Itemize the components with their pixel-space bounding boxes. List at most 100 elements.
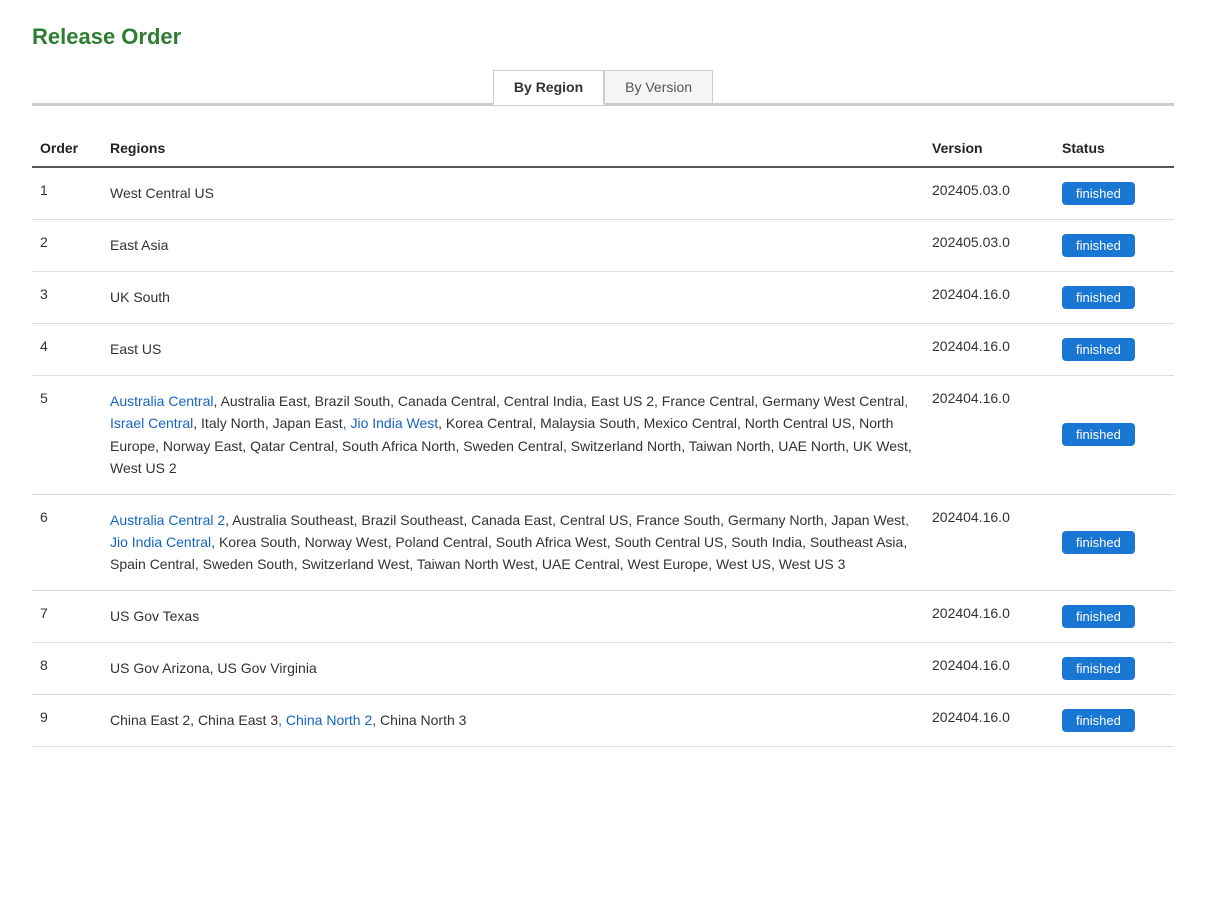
region-text: , Germany North: [720, 512, 823, 528]
region-text: , Germany West Central: [754, 393, 904, 409]
cell-order: 1: [32, 167, 102, 220]
table-row: 4East US202404.16.0 finished: [32, 324, 1174, 376]
cell-regions: US Gov Texas: [102, 590, 924, 642]
cell-regions: East Asia: [102, 220, 924, 272]
cell-order: 4: [32, 324, 102, 376]
cell-status: finished: [1054, 376, 1174, 495]
region-text: , Poland Central: [388, 534, 488, 550]
region-text: , Taiwan North: [681, 438, 770, 454]
cell-version: 202404.16.0: [924, 376, 1054, 495]
status-badge: finished: [1062, 531, 1135, 554]
tab-by-version[interactable]: By Version: [604, 70, 713, 103]
table-row: 2East Asia202405.03.0finished: [32, 220, 1174, 272]
region-text: , Taiwan North West: [409, 556, 534, 572]
region-text: , Italy North: [193, 415, 265, 431]
col-header-status: Status: [1054, 130, 1174, 167]
table-row: 3 UK South 202404.16.0 finished: [32, 272, 1174, 324]
region-text: , Korea Central: [438, 415, 532, 431]
region-link[interactable]: , China North 2: [278, 712, 372, 728]
cell-regions: East US: [102, 324, 924, 376]
cell-order: 9: [32, 694, 102, 746]
region-text: , Korea South: [211, 534, 297, 550]
region-text: , Switzerland North: [563, 438, 681, 454]
status-badge: finished: [1062, 709, 1135, 732]
region-text: UK South: [110, 289, 170, 305]
table-row: 1 West Central US 202405.03.0 finished: [32, 167, 1174, 220]
cell-version: 202404.16.0: [924, 590, 1054, 642]
cell-version: 202404.16.0: [924, 494, 1054, 590]
col-header-version: Version: [924, 130, 1054, 167]
region-text: , Japan West: [824, 512, 905, 528]
cell-regions: UK South: [102, 272, 924, 324]
region-text: , UK West: [845, 438, 908, 454]
region-link[interactable]: Australia Central: [110, 393, 214, 409]
tab-divider: [32, 105, 1174, 106]
cell-regions: Australia Central 2, Australia Southeast…: [102, 494, 924, 590]
tab-by-region[interactable]: By Region: [493, 70, 604, 105]
cell-status: finished: [1054, 220, 1174, 272]
tabs-container: By Region By Version: [32, 70, 1174, 105]
region-text: , China North 3: [372, 712, 466, 728]
status-badge: finished: [1062, 657, 1135, 680]
region-text: , Japan East: [265, 415, 343, 431]
region-text: , Sweden Central: [456, 438, 563, 454]
status-badge: finished: [1062, 338, 1135, 361]
status-badge: finished: [1062, 423, 1135, 446]
cell-version: 202404.16.0: [924, 272, 1054, 324]
status-badge: finished: [1062, 182, 1135, 205]
region-text: , North Central US: [737, 415, 851, 431]
status-badge: finished: [1062, 286, 1135, 309]
cell-regions: West Central US: [102, 167, 924, 220]
region-text: , Canada East: [463, 512, 552, 528]
cell-version: 202404.16.0: [924, 642, 1054, 694]
region-text: , Norway West: [297, 534, 388, 550]
cell-version: 202404.16.0: [924, 694, 1054, 746]
region-link[interactable]: , Jio India West: [343, 415, 438, 431]
region-text: , Canada Central: [390, 393, 496, 409]
region-text: , Southeast Asia: [802, 534, 903, 550]
cell-status: finished: [1054, 324, 1174, 376]
cell-order: 6: [32, 494, 102, 590]
table-row: 9China East 2, China East 3, China North…: [32, 694, 1174, 746]
cell-version: 202405.03.0: [924, 167, 1054, 220]
cell-regions: Australia Central, Australia East, Brazi…: [102, 376, 924, 495]
region-text: China East 2: [110, 712, 190, 728]
table-row: 6Australia Central 2, Australia Southeas…: [32, 494, 1174, 590]
region-text: , Norway East: [155, 438, 242, 454]
region-text: East Asia: [110, 237, 168, 253]
cell-status: finished: [1054, 167, 1174, 220]
cell-order: 3: [32, 272, 102, 324]
table-row: 7US Gov Texas202404.16.0finished: [32, 590, 1174, 642]
region-text: , Australia Southeast: [225, 512, 353, 528]
cell-regions: China East 2, China East 3, China North …: [102, 694, 924, 746]
region-text: , Sweden South: [195, 556, 294, 572]
cell-regions: US Gov Arizona, US Gov Virginia: [102, 642, 924, 694]
table-body: 1West Central US202405.03.0finished2East…: [32, 167, 1174, 746]
region-text: , Malaysia South: [532, 415, 636, 431]
cell-order: 5: [32, 376, 102, 495]
region-text: , Qatar Central: [242, 438, 334, 454]
cell-status: finished: [1054, 590, 1174, 642]
region-text: , Central India: [496, 393, 583, 409]
release-order-table: Order Regions Version Status 1 West Centr…: [32, 130, 1174, 747]
region-text: , South Central US: [607, 534, 724, 550]
region-link[interactable]: Australia Central 2: [110, 512, 225, 528]
region-text: , Switzerland West: [294, 556, 410, 572]
region-text: West Central US: [110, 185, 214, 201]
region-text: , France South: [628, 512, 720, 528]
table-row: 5Australia Central, Australia East, Braz…: [32, 376, 1174, 495]
cell-status: finished: [1054, 694, 1174, 746]
region-text: , Brazil South: [307, 393, 390, 409]
region-text: , South India: [724, 534, 803, 550]
region-text: , East US 2: [583, 393, 654, 409]
col-header-regions: Regions: [102, 130, 924, 167]
region-text: , West Europe: [620, 556, 708, 572]
cell-version: 202404.16.0: [924, 324, 1054, 376]
region-text: , South Africa West: [488, 534, 607, 550]
region-text: , Brazil Southeast: [354, 512, 464, 528]
col-header-order: Order: [32, 130, 102, 167]
cell-order: 7: [32, 590, 102, 642]
region-text: , Central US: [552, 512, 628, 528]
cell-version: 202405.03.0: [924, 220, 1054, 272]
region-text: US Gov Arizona: [110, 660, 210, 676]
